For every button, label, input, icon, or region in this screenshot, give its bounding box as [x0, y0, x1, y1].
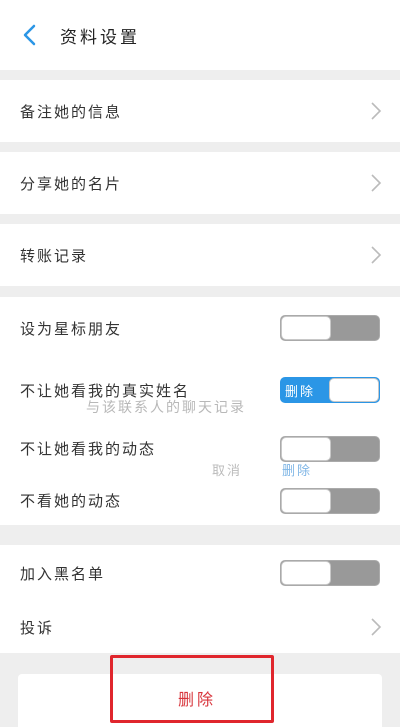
toggle-knob: [281, 436, 331, 461]
star-friend-toggle[interactable]: [280, 315, 380, 341]
toggle-knob: [281, 561, 331, 585]
hide-moments-toggle[interactable]: [280, 435, 380, 462]
settings-group-moments: 不让她看我的动态 不看她的动态: [0, 421, 400, 525]
blacklist-row: 加入黑名单: [0, 545, 400, 601]
dialog-confirm-button[interactable]: 删除: [282, 460, 312, 479]
complain-label: 投诉: [20, 618, 55, 637]
remark-row[interactable]: 备注她的信息: [0, 80, 400, 142]
not-see-moments-label: 不看她的动态: [20, 492, 123, 510]
blacklist-label: 加入黑名单: [20, 564, 106, 583]
hide-moments-row: 不让她看我的动态: [0, 421, 400, 476]
highlight-box: [110, 655, 274, 723]
chevron-right-icon: [370, 101, 382, 121]
chevron-right-icon: [370, 173, 382, 193]
transfer-record-row[interactable]: 转账记录: [0, 224, 400, 286]
toggle-knob: [281, 316, 331, 340]
star-friend-row: 设为星标朋友: [0, 297, 400, 359]
chevron-right-icon: [370, 245, 382, 265]
hide-real-name-toggle[interactable]: 删除: [280, 377, 380, 403]
not-see-moments-toggle[interactable]: [280, 487, 380, 514]
back-button[interactable]: [8, 13, 52, 57]
toggle-knob: [329, 378, 379, 402]
page-title: 资料设置: [60, 27, 140, 48]
chevron-left-icon: [23, 24, 36, 46]
settings-group-safety: 加入黑名单 投诉: [0, 545, 400, 653]
toggle-knob: [281, 488, 331, 513]
chevron-right-icon: [370, 617, 382, 637]
not-see-moments-row: 不看她的动态: [0, 476, 400, 525]
hide-moments-label: 不让她看我的动态: [20, 440, 157, 458]
dialog-cancel-button[interactable]: 取消: [212, 460, 242, 479]
star-friend-label: 设为星标朋友: [20, 319, 123, 338]
transfer-record-label: 转账记录: [20, 246, 89, 265]
share-card-row[interactable]: 分享她的名片: [0, 152, 400, 214]
title-bar: 资料设置: [0, 0, 400, 70]
blacklist-toggle[interactable]: [280, 560, 380, 586]
settings-group-info: 备注她的信息: [0, 80, 400, 142]
dialog-text-line2: 与该联系人的聊天记录: [86, 400, 246, 416]
settings-group-share: 分享她的名片: [0, 152, 400, 214]
complain-row[interactable]: 投诉: [0, 601, 400, 653]
settings-group-transfer: 转账记录: [0, 224, 400, 286]
remark-label: 备注她的信息: [20, 102, 123, 121]
toggle-on-text: 删除: [285, 385, 316, 400]
share-card-label: 分享她的名片: [20, 174, 123, 193]
